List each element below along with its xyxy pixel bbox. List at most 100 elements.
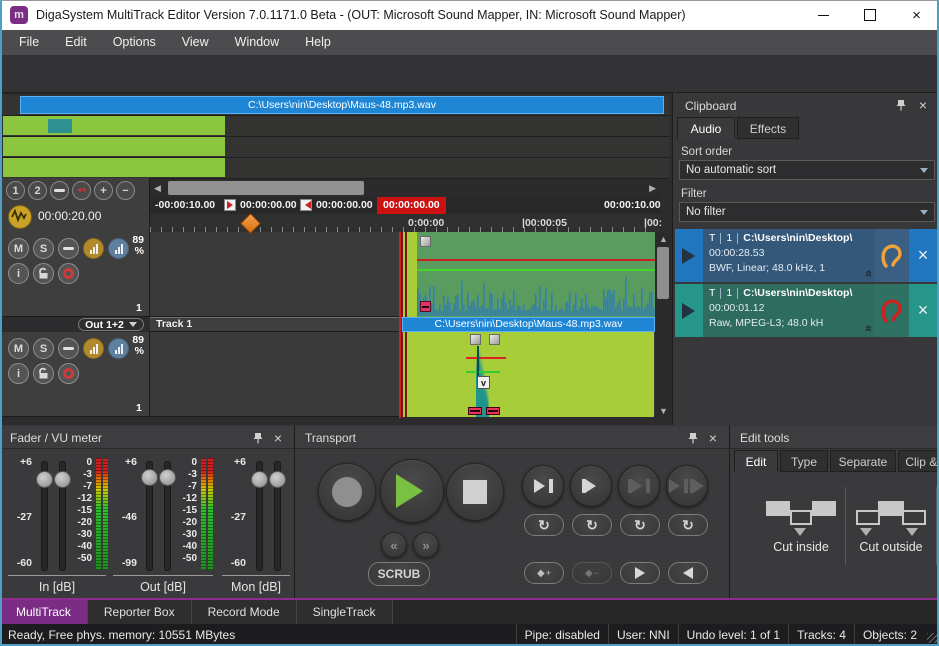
track1-name[interactable]: Track 1 (156, 318, 192, 330)
info-button[interactable]: i (8, 263, 29, 284)
clip-gain-line[interactable] (417, 259, 655, 261)
collapse-icon[interactable]: « (862, 325, 875, 332)
lock-button[interactable] (33, 263, 54, 284)
loop-button[interactable]: ↻ (620, 514, 660, 536)
tab-effects[interactable]: Effects (737, 117, 799, 139)
loop-button[interactable]: ↻ (572, 514, 612, 536)
play-from-mark-button[interactable] (570, 465, 612, 507)
meter-blue-button[interactable] (108, 238, 129, 259)
add-marker-button[interactable]: ◆+ (524, 562, 564, 584)
scrollbar-thumb[interactable] (168, 181, 364, 195)
sort-order-select[interactable]: No automatic sort (679, 160, 935, 180)
zoom-out-time-button[interactable]: − (116, 181, 135, 200)
view-preset-1-button[interactable]: 1 (6, 181, 25, 200)
menu-view[interactable]: View (169, 30, 222, 55)
record-arm-button[interactable] (58, 263, 79, 284)
tab-reporter-box[interactable]: Reporter Box (88, 600, 192, 624)
scrollbar-thumb[interactable] (657, 247, 669, 299)
play-between-marks-button[interactable] (618, 465, 660, 507)
scroll-up-icon[interactable]: ▲ (659, 230, 668, 248)
clip1-title-bar[interactable]: C:\Users\nin\Desktop\Maus-48.mp3.wav (402, 317, 655, 332)
fader-knob[interactable] (159, 469, 176, 486)
clip-gain-line[interactable] (466, 357, 506, 359)
loop-button[interactable]: ↻ (668, 514, 708, 536)
clip-handle[interactable] (489, 334, 500, 345)
resize-grip[interactable] (927, 633, 937, 643)
fader-knob[interactable] (141, 469, 158, 486)
close-panel-icon[interactable]: × (705, 430, 721, 446)
pin-icon[interactable] (685, 430, 701, 446)
play-button[interactable] (380, 459, 444, 523)
close-button[interactable]: × (894, 0, 939, 30)
collapse-track-button[interactable] (58, 338, 79, 359)
prev-marker-button[interactable] (668, 562, 708, 584)
forward-button[interactable]: » (413, 532, 439, 558)
menu-options[interactable]: Options (100, 30, 169, 55)
collapse-button[interactable] (50, 181, 69, 200)
menu-window[interactable]: Window (222, 30, 292, 55)
lock-button[interactable] (33, 363, 54, 384)
loop-button[interactable]: ↻ (524, 514, 564, 536)
filter-select[interactable]: No filter (679, 202, 935, 222)
volume-point-button[interactable]: v (477, 376, 490, 389)
menu-file[interactable]: File (6, 30, 52, 55)
clip-red-handle[interactable] (468, 407, 482, 415)
collapse-track-button[interactable] (58, 238, 79, 259)
collapse-icon[interactable]: « (862, 270, 875, 277)
solo-button[interactable]: S (33, 238, 54, 259)
clip1-fade-strip[interactable] (400, 232, 417, 317)
entry-listen-button[interactable] (875, 229, 909, 282)
play-to-mark-button[interactable] (522, 465, 564, 507)
scroll-down-icon[interactable]: ▼ (659, 402, 668, 420)
clip-handle[interactable] (470, 334, 481, 345)
scroll-right-icon[interactable]: ▶ (649, 179, 656, 197)
overview-selection-block[interactable] (48, 119, 72, 133)
overview-track-bar[interactable] (3, 158, 225, 177)
record-button[interactable] (318, 463, 376, 521)
waveform-zoom-icon[interactable] (8, 205, 32, 229)
clip-red-handle[interactable] (486, 407, 500, 415)
entry-play-button[interactable] (675, 284, 703, 337)
output-selector[interactable]: Out 1+2 (78, 318, 144, 331)
tab-record-mode[interactable]: Record Mode (192, 600, 297, 624)
clip1-body[interactable] (417, 232, 655, 317)
clipboard-entry[interactable]: T1C:\Users\nin\Desktop\ 00:00:28.53 BWF,… (675, 229, 937, 282)
clip-level-line[interactable] (466, 371, 500, 373)
minimize-button[interactable] (800, 0, 846, 30)
pin-icon[interactable] (250, 430, 266, 446)
fader-knob[interactable] (54, 471, 71, 488)
close-panel-icon[interactable]: × (270, 430, 286, 446)
tab-separate[interactable]: Separate (830, 450, 896, 472)
meter-gold-button[interactable] (83, 238, 104, 259)
horizontal-scrollbar[interactable]: ◀ ▶ (150, 179, 660, 197)
clip-level-line[interactable] (417, 269, 655, 271)
stop-button[interactable] (446, 463, 504, 521)
pin-icon[interactable] (893, 97, 909, 113)
mute-button[interactable]: M (8, 338, 29, 359)
clip2-body[interactable]: v (400, 332, 654, 417)
solo-button[interactable]: S (33, 338, 54, 359)
view-preset-2-button[interactable]: 2 (28, 181, 47, 200)
tab-singletrack[interactable]: SingleTrack (297, 600, 393, 624)
fader-knob[interactable] (251, 471, 268, 488)
entry-listen-button[interactable] (875, 284, 909, 337)
tab-multitrack[interactable]: MultiTrack (0, 600, 88, 624)
entry-remove-button[interactable]: × (909, 284, 937, 337)
entry-play-button[interactable] (675, 229, 703, 282)
vertical-scrollbar[interactable]: ▲ ▼ (655, 232, 671, 418)
record-arm-button[interactable] (58, 363, 79, 384)
tab-type[interactable]: Type (780, 450, 828, 472)
zoom-to-selection-button[interactable]: ◄► (72, 181, 91, 200)
meter-gold-button[interactable] (83, 338, 104, 359)
scroll-left-icon[interactable]: ◀ (154, 179, 161, 197)
mark-out-chip[interactable] (300, 199, 312, 211)
tab-clip-in[interactable]: Clip & In (898, 450, 939, 472)
meter-blue-button[interactable] (108, 338, 129, 359)
mark-in-chip[interactable] (224, 199, 236, 211)
overview-clip-bar[interactable]: C:\Users\nin\Desktop\Maus-48.mp3.wav (20, 96, 664, 114)
clipboard-entry[interactable]: T1C:\Users\nin\Desktop\ 00:00:01.12 Raw,… (675, 284, 937, 337)
close-panel-icon[interactable]: × (915, 97, 931, 113)
tab-audio[interactable]: Audio (677, 117, 735, 139)
overview-track-bar[interactable] (3, 137, 225, 156)
next-marker-button[interactable] (620, 562, 660, 584)
